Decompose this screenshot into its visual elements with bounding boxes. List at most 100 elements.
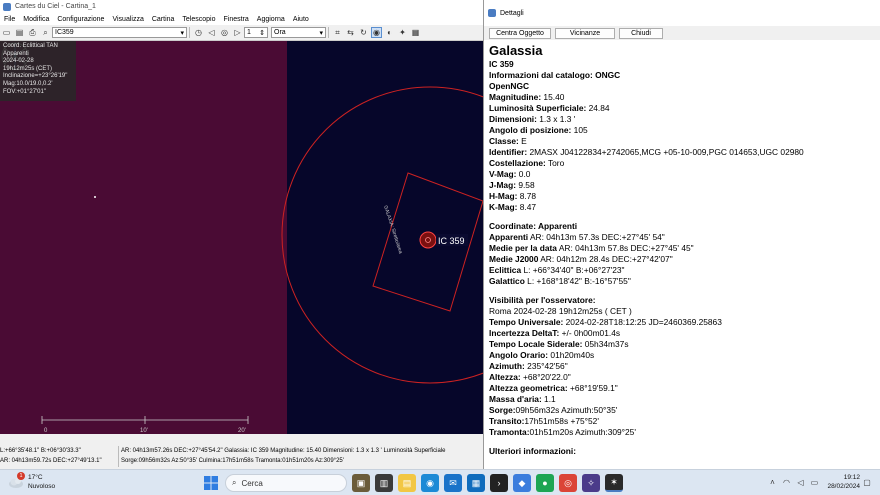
details-window: Dettagli Centra Oggetto Vicinanze Chiudi… xyxy=(483,0,880,469)
notification-icon[interactable]: ▢ xyxy=(861,477,873,488)
store-icon[interactable]: ▦ xyxy=(467,474,485,492)
details-line-value: 24.84 xyxy=(586,103,610,113)
vpn-icon[interactable]: ◆ xyxy=(513,474,531,492)
chevron-up-icon[interactable]: ˄ xyxy=(766,477,778,488)
nearby-button[interactable]: Vicinanze xyxy=(555,27,615,39)
weather-widget[interactable]: 1 17°C Nuvoloso xyxy=(8,472,55,491)
edge-icon[interactable]: ◉ xyxy=(421,474,439,492)
clock-icon[interactable]: ◷ xyxy=(193,27,204,38)
details-line: Transito:17h51m58s +75°52' xyxy=(489,416,877,427)
open-icon[interactable]: ▤ xyxy=(14,27,25,38)
details-line: Massa d'aria: 1.1 xyxy=(489,394,877,405)
settings-icon[interactable]: ✦ xyxy=(397,27,408,38)
details-line-label: Informazioni dal catalogo: ONGC xyxy=(489,70,621,80)
chevron-down-icon[interactable]: ▾ xyxy=(319,29,323,37)
details-line-label: Identifier: xyxy=(489,147,528,157)
details-line-label: Altezza: xyxy=(489,372,521,382)
target-icon[interactable]: ◉ xyxy=(371,27,382,38)
object-search-input[interactable]: IC359 ▾ xyxy=(52,27,187,38)
details-line-label: Azimuth: xyxy=(489,361,525,371)
menu-modifica[interactable]: Modifica xyxy=(23,16,49,23)
details-line-value: 9.58 xyxy=(516,180,535,190)
rotate-icon[interactable]: ↻ xyxy=(358,27,369,38)
details-line-value: AR: 04h12m 28.4s DEC:+27°42'07" xyxy=(538,254,673,264)
details-line: Coordinate: Apparenti xyxy=(489,221,877,232)
galaxy-marker[interactable] xyxy=(419,231,437,249)
time-step-field[interactable]: 1 ⇕ xyxy=(244,27,268,38)
cursor-equatorial: AR: 04h13m59.72s DEC:+27°49'13.1" xyxy=(0,458,102,464)
menu-aggiorna[interactable]: Aggiorna xyxy=(257,16,285,23)
toolbar-separator xyxy=(189,27,190,38)
wifi-icon[interactable]: ◠ xyxy=(780,477,792,488)
stellarium-icon[interactable]: ✧ xyxy=(582,474,600,492)
reset-time-icon[interactable]: ◎ xyxy=(219,27,230,38)
details-title: Dettagli xyxy=(500,9,524,17)
menu-configurazione[interactable]: Configurazione xyxy=(57,16,104,23)
menu-finestra[interactable]: Finestra xyxy=(224,16,249,23)
details-line: Altezza: +68°20'22.0" xyxy=(489,372,877,383)
chevron-down-icon[interactable]: ▾ xyxy=(180,29,184,37)
details-line-label: Angolo Orario: xyxy=(489,350,549,360)
menu-file[interactable]: File xyxy=(4,16,15,23)
details-lines: IC 359 Informazioni dal catalogo: ONGC Ope… xyxy=(489,59,877,457)
weather-temp: 17°C xyxy=(28,474,43,481)
grid-icon[interactable]: ⌗ xyxy=(332,27,343,38)
details-line-label: Visibilità per l'osservatore: xyxy=(489,295,596,305)
details-line-value: 105 xyxy=(571,125,588,135)
cloud-icon: 1 xyxy=(8,472,25,490)
app-icon xyxy=(3,2,11,11)
details-line: IC 359 xyxy=(489,59,877,70)
overlay-line: FOV:+01°27'01" xyxy=(3,88,46,95)
center-object-button[interactable]: Centra Oggetto xyxy=(489,27,551,39)
time-unit-select[interactable]: Ora ▾ xyxy=(271,27,326,38)
object-label: IC 359 xyxy=(438,236,465,246)
details-line: Incertezza DeltaT: +/- 0h00m01.4s xyxy=(489,328,877,339)
zoom-icon[interactable]: ⌕ xyxy=(40,27,51,38)
task-view-icon[interactable]: ▥ xyxy=(375,474,393,492)
menu-cartina[interactable]: Cartina xyxy=(152,16,175,23)
widget-icon[interactable]: ▣ xyxy=(352,474,370,492)
close-button[interactable]: Chiudi xyxy=(619,27,663,39)
details-line: Ulteriori informazioni: xyxy=(489,446,877,457)
details-line-value: +68°19'59.1" xyxy=(567,383,618,393)
windows-start-icon[interactable] xyxy=(202,474,220,492)
stepper-icon[interactable]: ⇕ xyxy=(259,29,265,37)
menu-aiuto[interactable]: Aiuto xyxy=(293,16,309,23)
details-line-value: +68°20'22.0" xyxy=(520,372,571,382)
battery-icon[interactable]: ▭ xyxy=(808,477,820,488)
details-line-label: Incertezza DeltaT: xyxy=(489,328,560,338)
details-line-label: Apparenti xyxy=(489,232,529,242)
eye-icon[interactable]: ◐ xyxy=(384,27,395,38)
step-forward-icon[interactable]: ▷ xyxy=(232,27,243,38)
mail-icon[interactable]: ✉ xyxy=(444,474,462,492)
info-icon[interactable]: ▦ xyxy=(410,27,421,38)
object-search-value: IC359 xyxy=(55,29,74,36)
clock[interactable]: 19:12 28/02/2024 xyxy=(827,473,860,491)
new-chart-icon[interactable]: ▭ xyxy=(1,27,12,38)
print-icon[interactable]: ⎙ xyxy=(27,27,38,38)
terminal-icon[interactable]: › xyxy=(490,474,508,492)
details-line-label: Costellazione: xyxy=(489,158,546,168)
details-line-value: 05h34m37s xyxy=(582,339,629,349)
details-line-value: Toro xyxy=(545,158,565,168)
chrome-icon[interactable]: ◎ xyxy=(559,474,577,492)
file-explorer-icon[interactable]: ▤ xyxy=(398,474,416,492)
speaker-icon[interactable]: ◁ xyxy=(794,477,806,488)
details-spacer xyxy=(489,287,877,295)
sky-map[interactable]: GALAXIA: Stretto/area IC 359 0 10' 20' C… xyxy=(0,41,483,434)
details-button-row: Centra Oggetto Vicinanze Chiudi xyxy=(484,26,880,40)
menu-telescopio[interactable]: Telescopio xyxy=(182,16,215,23)
menu-visualizza[interactable]: Visualizza xyxy=(112,16,143,23)
flip-icon[interactable]: ⇆ xyxy=(345,27,356,38)
scale-label-0: 0 xyxy=(44,428,48,434)
details-line-value: 2024-02-28T18:12:25 JD=2460369.25863 xyxy=(563,317,722,327)
taskbar-search[interactable]: ⌕ Cerca xyxy=(225,474,347,492)
details-line: Altezza geometrica: +68°19'59.1" xyxy=(489,383,877,394)
xbox-icon[interactable]: ● xyxy=(536,474,554,492)
details-line: Medie J2000 AR: 04h12m 28.4s DEC:+27°42'… xyxy=(489,254,877,265)
cartes-du-ciel-icon[interactable]: ✶ xyxy=(605,474,623,492)
step-back-icon[interactable]: ◁ xyxy=(206,27,217,38)
details-line-label: Altezza geometrica: xyxy=(489,383,568,393)
details-line-value: L: +66°34'40" B:+06°27'23" xyxy=(521,265,625,275)
details-line-value: 17h51m58s +75°52' xyxy=(524,416,599,426)
